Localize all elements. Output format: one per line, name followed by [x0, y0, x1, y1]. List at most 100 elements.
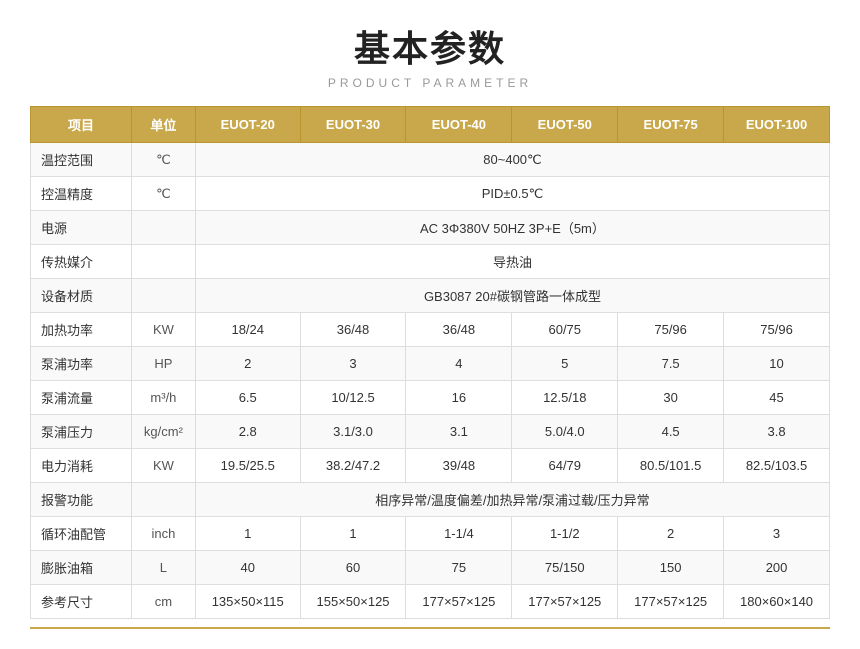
row-unit: ℃ — [131, 177, 195, 211]
col-header-item: 项目 — [31, 107, 132, 143]
row-cell: 200 — [724, 551, 830, 585]
row-cell: 7.5 — [618, 347, 724, 381]
row-label: 泵浦功率 — [31, 347, 132, 381]
row-cell: 3.1/3.0 — [300, 415, 406, 449]
row-label: 设备材质 — [31, 279, 132, 313]
table-row: 设备材质 GB3087 20#碳钢管路一体成型 — [31, 279, 830, 313]
row-cell: 4.5 — [618, 415, 724, 449]
row-unit: KW — [131, 313, 195, 347]
row-cell: 3 — [300, 347, 406, 381]
row-label: 电源 — [31, 211, 132, 245]
row-cell: 38.2/47.2 — [300, 449, 406, 483]
row-label: 泵浦流量 — [31, 381, 132, 415]
row-unit: m³/h — [131, 381, 195, 415]
row-span-value: AC 3Φ380V 50HZ 3P+E（5m） — [195, 211, 829, 245]
row-cell: 177×57×125 — [512, 585, 618, 619]
row-cell: 45 — [724, 381, 830, 415]
col-header-euot75: EUOT-75 — [618, 107, 724, 143]
row-unit: L — [131, 551, 195, 585]
row-unit: kg/cm² — [131, 415, 195, 449]
row-label: 控温精度 — [31, 177, 132, 211]
row-cell: 75/150 — [512, 551, 618, 585]
row-cell: 4 — [406, 347, 512, 381]
row-span-value: 80~400℃ — [195, 143, 829, 177]
table-header-row: 项目 单位 EUOT-20 EUOT-30 EUOT-40 EUOT-50 EU… — [31, 107, 830, 143]
row-unit: KW — [131, 449, 195, 483]
row-label: 报警功能 — [31, 483, 132, 517]
row-cell: 12.5/18 — [512, 381, 618, 415]
row-unit: ℃ — [131, 143, 195, 177]
row-cell: 18/24 — [195, 313, 300, 347]
row-cell: 1-1/4 — [406, 517, 512, 551]
row-cell: 60/75 — [512, 313, 618, 347]
row-label: 膨胀油箱 — [31, 551, 132, 585]
row-cell: 10/12.5 — [300, 381, 406, 415]
table-row: 温控范围℃80~400℃ — [31, 143, 830, 177]
bottom-divider — [30, 627, 830, 629]
table-row: 参考尺寸cm135×50×115155×50×125177×57×125177×… — [31, 585, 830, 619]
table-row: 泵浦功率HP23457.510 — [31, 347, 830, 381]
row-cell: 36/48 — [406, 313, 512, 347]
table-row: 传热媒介 导热油 — [31, 245, 830, 279]
col-header-euot40: EUOT-40 — [406, 107, 512, 143]
row-cell: 39/48 — [406, 449, 512, 483]
table-row: 循环油配管inch111-1/41-1/223 — [31, 517, 830, 551]
row-cell: 2.8 — [195, 415, 300, 449]
row-label: 参考尺寸 — [31, 585, 132, 619]
row-cell: 60 — [300, 551, 406, 585]
row-span-value: GB3087 20#碳钢管路一体成型 — [195, 279, 829, 313]
row-span-value: PID±0.5℃ — [195, 177, 829, 211]
row-cell: 82.5/103.5 — [724, 449, 830, 483]
row-cell: 5 — [512, 347, 618, 381]
row-label: 温控范围 — [31, 143, 132, 177]
table-row: 加热功率KW18/2436/4836/4860/7575/9675/96 — [31, 313, 830, 347]
row-label: 电力消耗 — [31, 449, 132, 483]
page-subtitle: PRODUCT PARAMETER — [30, 76, 830, 90]
row-span-value: 导热油 — [195, 245, 829, 279]
col-header-unit: 单位 — [131, 107, 195, 143]
row-cell: 75 — [406, 551, 512, 585]
row-cell: 3.1 — [406, 415, 512, 449]
col-header-euot100: EUOT-100 — [724, 107, 830, 143]
row-label: 泵浦压力 — [31, 415, 132, 449]
row-cell: 1 — [195, 517, 300, 551]
row-cell: 64/79 — [512, 449, 618, 483]
row-cell: 3 — [724, 517, 830, 551]
row-label: 传热媒介 — [31, 245, 132, 279]
params-table: 项目 单位 EUOT-20 EUOT-30 EUOT-40 EUOT-50 EU… — [30, 106, 830, 619]
row-cell: 80.5/101.5 — [618, 449, 724, 483]
row-cell: 2 — [195, 347, 300, 381]
row-cell: 2 — [618, 517, 724, 551]
row-cell: 30 — [618, 381, 724, 415]
row-cell: 177×57×125 — [406, 585, 512, 619]
row-cell: 5.0/4.0 — [512, 415, 618, 449]
table-row: 报警功能 相序异常/温度偏差/加热异常/泵浦过载/压力异常 — [31, 483, 830, 517]
row-cell: 19.5/25.5 — [195, 449, 300, 483]
row-cell: 36/48 — [300, 313, 406, 347]
row-label: 加热功率 — [31, 313, 132, 347]
page-title: 基本参数 — [30, 20, 830, 72]
row-cell: 3.8 — [724, 415, 830, 449]
table-row: 电源 AC 3Φ380V 50HZ 3P+E（5m） — [31, 211, 830, 245]
row-unit — [131, 279, 195, 313]
row-unit — [131, 245, 195, 279]
row-cell: 10 — [724, 347, 830, 381]
col-header-euot50: EUOT-50 — [512, 107, 618, 143]
row-span-value: 相序异常/温度偏差/加热异常/泵浦过载/压力异常 — [195, 483, 829, 517]
table-row: 电力消耗KW19.5/25.538.2/47.239/4864/7980.5/1… — [31, 449, 830, 483]
col-header-euot30: EUOT-30 — [300, 107, 406, 143]
table-row: 泵浦压力kg/cm²2.83.1/3.03.15.0/4.04.53.8 — [31, 415, 830, 449]
row-cell: 180×60×140 — [724, 585, 830, 619]
row-unit — [131, 483, 195, 517]
row-cell: 1-1/2 — [512, 517, 618, 551]
row-cell: 155×50×125 — [300, 585, 406, 619]
row-cell: 135×50×115 — [195, 585, 300, 619]
row-unit — [131, 211, 195, 245]
table-row: 控温精度℃PID±0.5℃ — [31, 177, 830, 211]
row-cell: 40 — [195, 551, 300, 585]
col-header-euot20: EUOT-20 — [195, 107, 300, 143]
row-cell: 6.5 — [195, 381, 300, 415]
row-unit: HP — [131, 347, 195, 381]
row-cell: 75/96 — [618, 313, 724, 347]
row-unit: cm — [131, 585, 195, 619]
